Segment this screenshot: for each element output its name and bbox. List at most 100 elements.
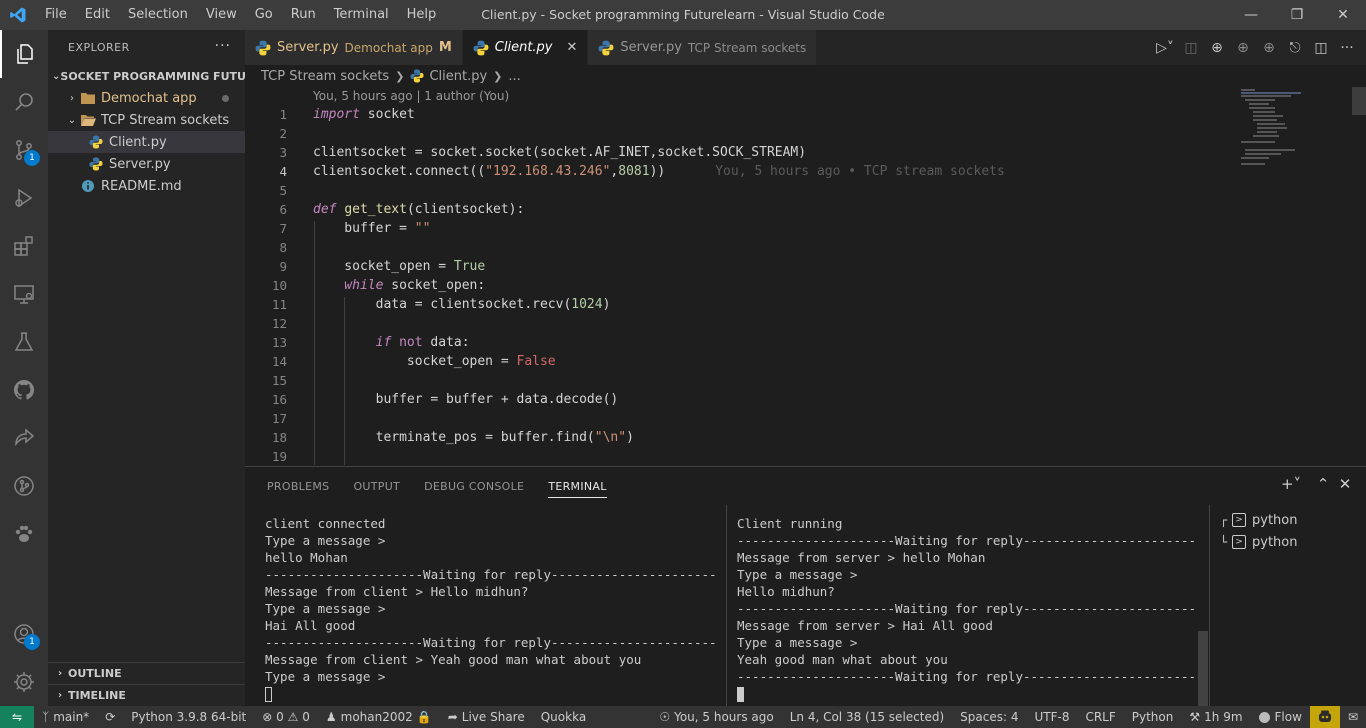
code-editor[interactable]: You, 5 hours ago | 1 author (You) 1 2 3 … <box>245 87 1235 465</box>
menu-file[interactable]: File <box>36 0 76 30</box>
git-blame-status[interactable]: ☉ You, 5 hours ago <box>651 706 781 728</box>
code-line: buffer = "" <box>313 221 430 236</box>
new-terminal-icon[interactable]: +˅ <box>1280 475 1302 493</box>
git-branch[interactable]: ᛉ main* <box>34 706 97 728</box>
tab-terminal[interactable]: TERMINAL <box>536 467 618 505</box>
line-number: 13 <box>271 335 287 350</box>
bottom-panel: PROBLEMS OUTPUT DEBUG CONSOLE TERMINAL +… <box>245 466 1366 707</box>
compare-changes-icon[interactable]: ◫ <box>1178 40 1204 56</box>
close-window-icon[interactable]: ✕ <box>1320 0 1366 30</box>
maximize-panel-icon[interactable]: ⌃ <box>1312 475 1334 493</box>
git-graph-icon[interactable] <box>0 462 48 510</box>
encoding[interactable]: UTF-8 <box>1026 706 1077 728</box>
file-server-py[interactable]: Server.py <box>48 153 245 175</box>
git-prev-icon[interactable]: ⊕ <box>1230 40 1256 56</box>
remote-indicator-icon[interactable]: ⇋ <box>0 706 34 728</box>
menu-go[interactable]: Go <box>246 0 282 30</box>
git-commit-icon[interactable]: ⊕ <box>1204 40 1230 56</box>
run-debug-icon[interactable] <box>0 174 48 222</box>
blame-label: You, 5 hours ago <box>674 710 774 724</box>
terminal-left[interactable]: client connected Type a message > hello … <box>265 515 725 707</box>
python-file-icon <box>598 40 614 55</box>
indentation[interactable]: Spaces: 4 <box>952 706 1026 728</box>
cursor-position[interactable]: Ln 4, Col 38 (15 selected) <box>782 706 952 728</box>
folder-tcp-stream[interactable]: ⌄ TCP Stream sockets <box>48 109 245 131</box>
minimize-icon[interactable]: — <box>1228 0 1274 30</box>
file-client-py[interactable]: Client.py <box>48 131 245 153</box>
end-of-line[interactable]: CRLF <box>1077 706 1123 728</box>
menu-terminal[interactable]: Terminal <box>325 0 398 30</box>
menu-run[interactable]: Run <box>282 0 325 30</box>
terminal-scrollbar[interactable] <box>1198 631 1208 707</box>
git-next-icon[interactable]: ⊕ <box>1256 40 1282 56</box>
file-label: README.md <box>101 178 182 194</box>
menu-selection[interactable]: Selection <box>119 0 197 30</box>
extensions-icon[interactable] <box>0 222 48 270</box>
tab-debug-console[interactable]: DEBUG CONSOLE <box>412 467 536 505</box>
live-share-icon[interactable] <box>0 414 48 462</box>
outline-section[interactable]: › OUTLINE <box>48 662 245 684</box>
line-number: 14 <box>271 354 287 369</box>
close-panel-icon[interactable]: ✕ <box>1334 475 1356 493</box>
folder-demochat[interactable]: › Demochat app <box>48 87 245 109</box>
restore-icon[interactable]: ❐ <box>1274 0 1320 30</box>
run-python-icon[interactable]: ▷˅ <box>1152 40 1178 56</box>
tab-server-demochat[interactable]: Server.py Demochat app M <box>245 30 463 65</box>
info-icon <box>80 178 96 194</box>
close-tab-icon[interactable]: ✕ <box>567 40 578 55</box>
explorer-icon[interactable] <box>0 30 48 78</box>
toggle-blame-icon[interactable]: ⎋ <box>1282 40 1308 56</box>
sync-icon[interactable]: ⟳ <box>97 706 123 728</box>
terminal-list-item[interactable]: ┌ > python <box>1210 509 1366 531</box>
tab-description: Demochat app <box>344 40 433 55</box>
remote-explorer-icon[interactable] <box>0 270 48 318</box>
terminal-right[interactable]: Client running ---------------------Wait… <box>737 515 1207 707</box>
terminal-line: ---------------------Waiting for reply--… <box>265 567 717 582</box>
line-number: 18 <box>271 430 287 445</box>
source-control-icon[interactable]: 1 <box>0 126 48 174</box>
tab-output[interactable]: OUTPUT <box>341 467 412 505</box>
github-icon[interactable] <box>0 366 48 414</box>
live-share-status[interactable]: ➦ Live Share <box>440 706 533 728</box>
terminal-line: Message from client > Yeah good man what… <box>265 652 642 667</box>
flow-status[interactable]: Flow <box>1251 706 1310 728</box>
folder-open-icon <box>80 112 96 128</box>
terminal-split-divider[interactable] <box>726 505 727 707</box>
breadcrumb-file[interactable]: Client.py <box>429 69 487 84</box>
terminal-line: Hai All good <box>265 618 356 633</box>
language-mode[interactable]: Python <box>1124 706 1182 728</box>
timeline-section[interactable]: › TIMELINE <box>48 684 245 706</box>
problems-indicator[interactable]: ⊗ 0 ⚠ 0 <box>254 706 318 728</box>
menu-view[interactable]: View <box>197 0 246 30</box>
line-number: 9 <box>279 259 287 274</box>
breadcrumb-more[interactable]: ... <box>508 69 520 84</box>
minimap-slider[interactable] <box>1352 87 1366 115</box>
split-editor-icon[interactable]: ◫ <box>1308 40 1334 56</box>
menu-edit[interactable]: Edit <box>76 0 119 30</box>
minimap[interactable] <box>1235 87 1366 465</box>
more-actions-icon[interactable]: ··· <box>1334 40 1360 56</box>
terminal-line: Message from server > hello Mohan <box>737 550 986 565</box>
workspace-root[interactable]: ⌄ SOCKET PROGRAMMING FUTU... <box>48 65 245 87</box>
more-actions-icon[interactable]: ··· <box>215 38 231 54</box>
notifications-icon[interactable]: ✉ <box>1340 706 1366 728</box>
codelens-author[interactable]: You, 5 hours ago | 1 author (You) <box>313 89 509 103</box>
paw-icon[interactable] <box>0 510 48 558</box>
search-icon[interactable] <box>0 78 48 126</box>
terminal-list-item[interactable]: └ > python <box>1210 531 1366 553</box>
coding-time[interactable]: ⚒ 1h 9m <box>1181 706 1250 728</box>
menu-help[interactable]: Help <box>398 0 446 30</box>
tab-server-tcp[interactable]: Server.py TCP Stream sockets <box>588 30 818 65</box>
settings-gear-icon[interactable] <box>0 658 48 706</box>
tab-problems[interactable]: PROBLEMS <box>255 467 341 505</box>
file-readme[interactable]: README.md <box>48 175 245 197</box>
copilot-icon[interactable] <box>1309 706 1340 728</box>
breadcrumb-folder[interactable]: TCP Stream sockets <box>261 69 389 84</box>
testing-icon[interactable] <box>0 318 48 366</box>
account-status[interactable]: ♟ mohan2002 🔒 <box>318 706 440 728</box>
minimap-line <box>1253 119 1277 121</box>
quokka-status[interactable]: Quokka <box>533 706 594 728</box>
python-interpreter[interactable]: Python 3.9.8 64-bit <box>123 706 254 728</box>
accounts-icon[interactable]: 1 <box>0 610 48 658</box>
tab-client-py[interactable]: Client.py ✕ <box>462 30 589 65</box>
